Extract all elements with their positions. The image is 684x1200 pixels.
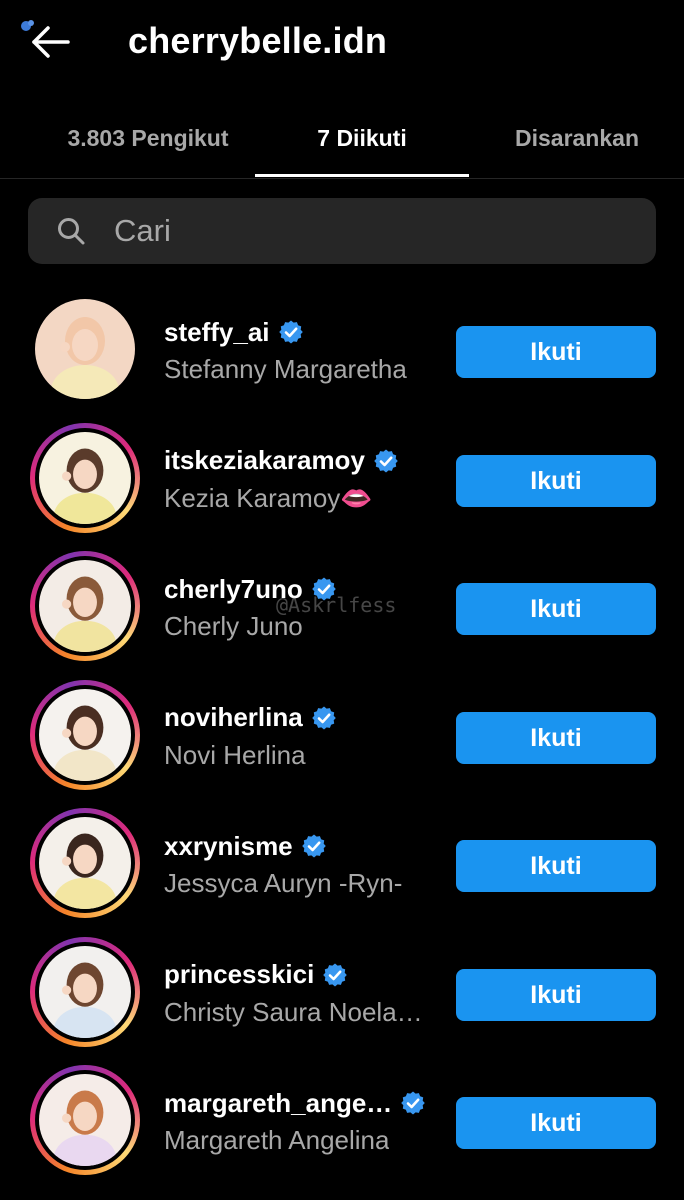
account-row[interactable]: steffy_ai Stefanny Margaretha Ikuti [0,288,684,416]
avatar-image [39,945,131,1038]
tab-following[interactable]: 7 Diikuti [255,118,469,158]
full-name: Stefanny Margaretha [164,354,407,384]
verified-badge-icon [301,834,326,858]
avatar[interactable] [30,936,140,1047]
search-icon [58,218,85,245]
username-line: itskeziakaramoy [164,443,399,479]
follow-button[interactable]: Ikuti [456,583,656,635]
full-name: Kezia Karamoy👄 [164,482,373,513]
avatar-image [39,688,131,781]
username-line: cherly7uno [164,571,337,607]
follow-button[interactable]: Ikuti [456,454,656,507]
active-tab-indicator [255,174,469,177]
back-button[interactable] [14,16,74,66]
account-row[interactable]: itskeziakaramoy Kezia Karamoy👄 Ikuti [0,417,684,545]
username-line: princesskici [164,957,348,993]
account-row[interactable]: xxrynisme Jessyca Auryn -Ryn- Ikuti [0,802,684,930]
verified-badge-icon [311,706,336,729]
verified-badge-icon [401,1091,426,1115]
tab-bar: 3.803 Pengikut 7 Diikuti Disarankan [0,100,684,179]
avatar[interactable] [30,679,140,790]
avatar-image [35,299,135,399]
full-name: Christy Saura Noela… [164,996,423,1027]
avatar-frame [35,941,135,1042]
header: cherrybelle.idn [0,0,684,90]
account-row[interactable]: princesskici Christy Saura Noela… Ikuti [0,931,684,1059]
avatar-image [39,560,131,652]
full-name: Margareth Angelina [164,1125,390,1155]
follow-button[interactable]: Ikuti [456,968,656,1021]
username[interactable]: xxrynisme [164,831,293,862]
verified-badge-icon [278,320,303,344]
avatar-frame [35,813,135,913]
search-input[interactable] [114,198,634,264]
full-name: Novi Herlina [164,739,306,770]
avatar[interactable] [30,551,140,661]
avatar-frame [35,427,135,528]
follow-button[interactable]: Ikuti [456,711,656,764]
full-name: Cherly Juno [164,611,303,641]
avatar-image [39,1074,131,1166]
username[interactable]: steffy_ai [164,317,270,348]
username-line: noviherlina [164,700,337,736]
username[interactable]: margareth_ange… [164,1088,392,1119]
username-line: margareth_ange… [164,1085,426,1121]
account-row[interactable]: cherly7uno Cherly Juno Ikuti [0,545,684,673]
avatar[interactable] [30,808,140,918]
full-name: Jessyca Auryn -Ryn- [164,868,403,898]
tab-followers[interactable]: 3.803 Pengikut [40,118,256,158]
page-title: cherrybelle.idn [128,20,388,61]
search-bar[interactable] [28,198,656,264]
avatar[interactable] [30,294,140,404]
username[interactable]: princesskici [164,959,314,990]
verified-badge-icon [374,449,398,472]
avatar[interactable] [30,422,140,533]
avatar-image [39,817,131,909]
verified-badge-icon [323,963,348,986]
username[interactable]: noviherlina [164,702,303,733]
avatar-frame [35,299,135,399]
account-row[interactable]: margareth_ange… Margareth Angelina Ikuti [0,1059,684,1187]
follow-button[interactable]: Ikuti [456,840,656,892]
avatar-frame [35,1070,135,1170]
avatar[interactable] [30,1065,140,1175]
follow-button[interactable]: Ikuti [456,326,656,378]
username-line: steffy_ai [164,314,304,350]
username-line: xxrynisme [164,828,327,864]
avatar-frame [35,556,135,656]
avatar-image [39,431,131,524]
username[interactable]: itskeziakaramoy [164,445,365,476]
username[interactable]: cherly7uno [164,574,303,605]
verified-badge-icon [311,577,336,601]
follow-button[interactable]: Ikuti [456,1097,656,1149]
tab-suggested[interactable]: Disarankan [480,118,674,158]
avatar-frame [35,684,135,785]
arrow-left-icon [21,20,70,58]
account-row[interactable]: noviherlina Novi Herlina Ikuti [0,674,684,802]
